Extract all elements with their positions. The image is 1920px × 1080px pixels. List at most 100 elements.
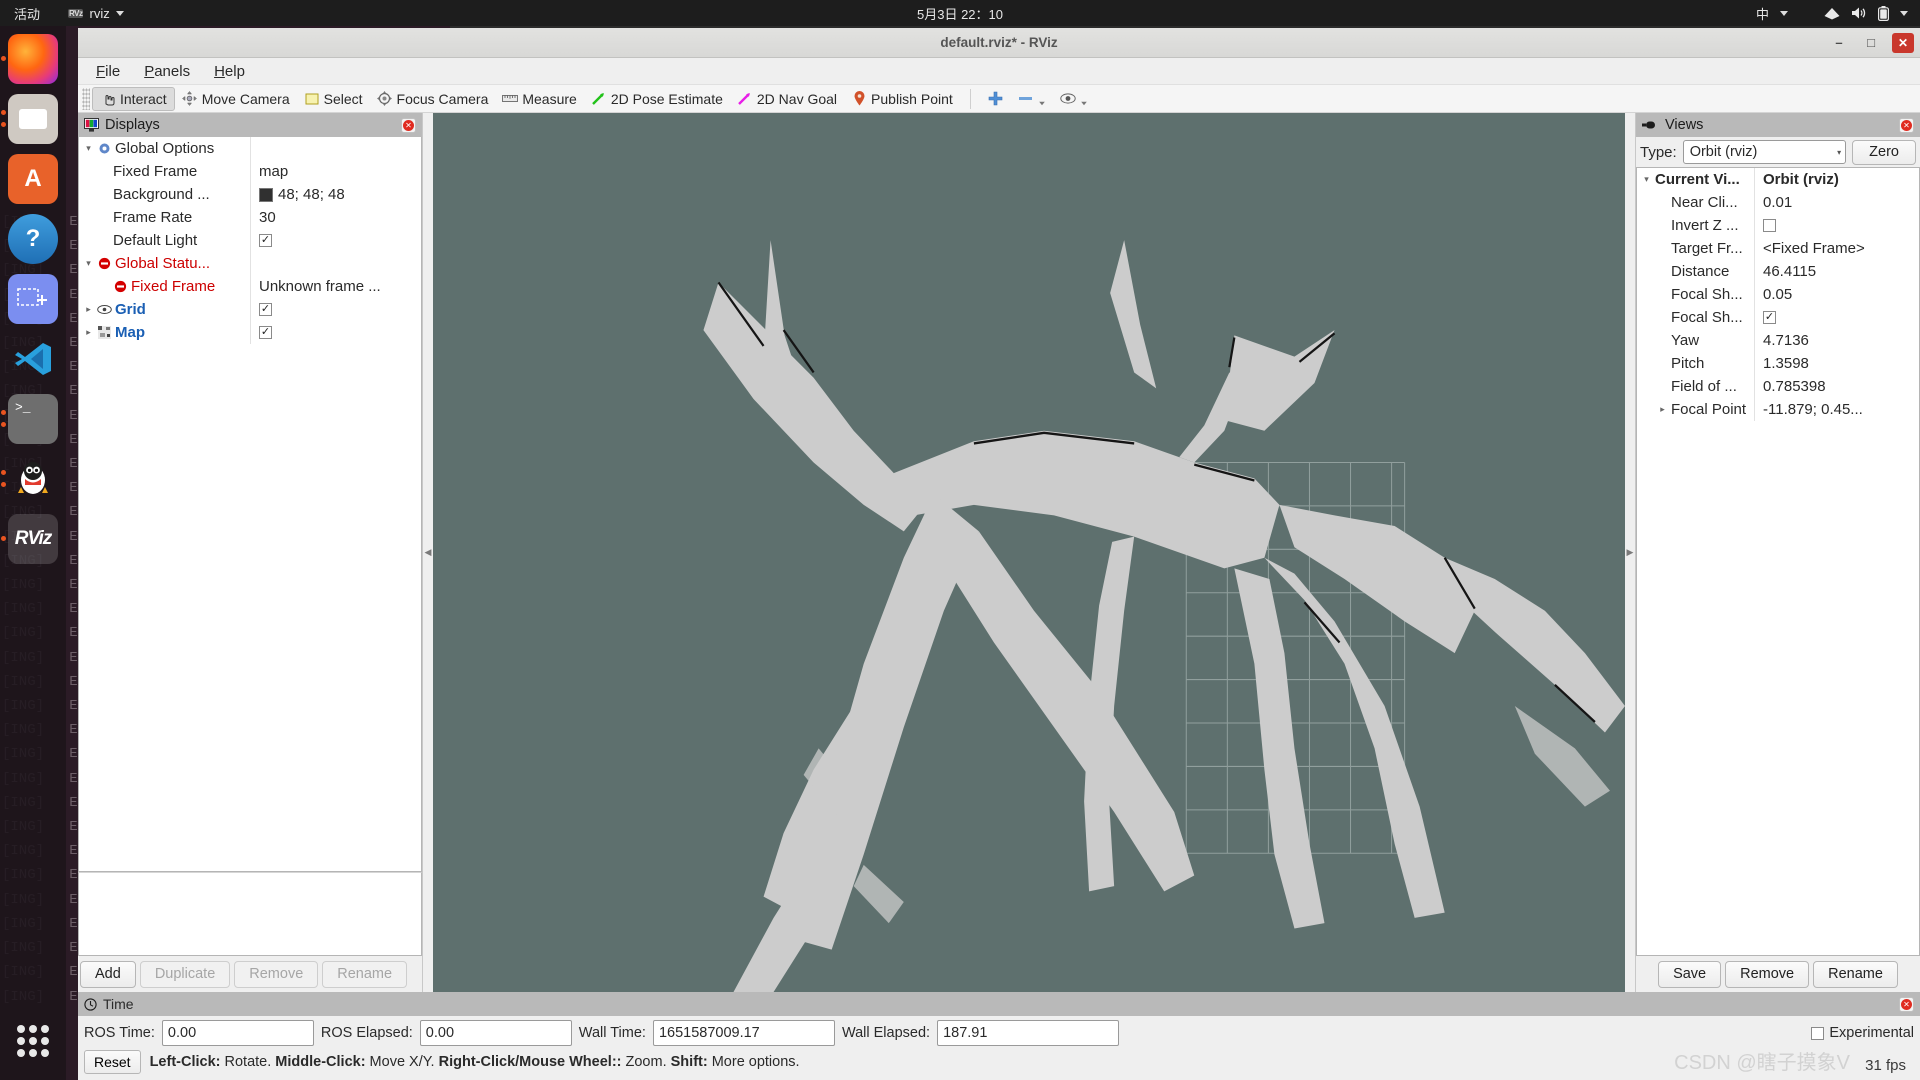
tree-row-background-color[interactable]: Background ... 48; 48; 48 bbox=[79, 183, 421, 206]
tree-value-focal-shape-fixed-size[interactable]: ✓ bbox=[1755, 311, 1919, 324]
tree-row-map[interactable]: ▸ Map ✓ bbox=[79, 321, 421, 344]
tree-value-invert-z-axis[interactable] bbox=[1755, 219, 1919, 232]
menu-panels[interactable]: Panels bbox=[134, 61, 200, 82]
zero-view-button[interactable]: Zero bbox=[1852, 139, 1916, 165]
tool-select[interactable]: Select bbox=[297, 87, 370, 111]
dock-item-rviz[interactable]: RViz bbox=[1, 514, 58, 564]
system-tray[interactable]: 中 bbox=[1756, 4, 1908, 23]
dock-item-help[interactable]: ? bbox=[8, 214, 58, 264]
tree-row-focal-point[interactable]: ▸ Focal Point -11.879; 0.45... bbox=[1637, 398, 1919, 421]
close-displays-panel-button[interactable]: ✕ bbox=[401, 117, 416, 133]
dock-item-qq[interactable] bbox=[1, 454, 58, 504]
rename-view-button[interactable]: Rename bbox=[1813, 960, 1898, 988]
tree-row-status-fixed-frame[interactable]: Fixed Frame Unknown frame ... bbox=[79, 275, 421, 298]
tree-row-focal-shape-fixed-size[interactable]: Focal Sh... ✓ bbox=[1637, 306, 1919, 329]
menu-help[interactable]: Help bbox=[204, 61, 255, 82]
tree-value-yaw[interactable]: 4.7136 bbox=[1755, 332, 1919, 349]
tree-value-near-clip-distance[interactable]: 0.01 bbox=[1755, 194, 1919, 211]
ros-time-input[interactable]: 0.00 bbox=[161, 1020, 314, 1046]
duplicate-display-button[interactable]: Duplicate bbox=[139, 960, 231, 988]
3d-viewport[interactable] bbox=[433, 113, 1625, 992]
tree-row-invert-z-axis[interactable]: Invert Z ... bbox=[1637, 214, 1919, 237]
tree-value-field-of-view[interactable]: 0.785398 bbox=[1755, 378, 1919, 395]
active-app-menu[interactable]: RVz rviz bbox=[68, 6, 124, 21]
displays-tree[interactable]: ▾ Global Options Fixed Frame map Background … bbox=[78, 137, 422, 872]
wall-elapsed-input[interactable]: 187.91 bbox=[937, 1020, 1120, 1046]
tree-row-pitch[interactable]: Pitch 1.3598 bbox=[1637, 352, 1919, 375]
input-method-indicator[interactable]: 中 bbox=[1756, 4, 1769, 23]
add-tool-button[interactable] bbox=[981, 87, 1011, 111]
tree-row-current-view[interactable]: ▾ Current Vi... Orbit (rviz) bbox=[1637, 168, 1919, 191]
tool-interact[interactable]: Interact bbox=[92, 86, 175, 111]
maximize-button[interactable]: □ bbox=[1860, 33, 1882, 53]
expander-open-icon[interactable]: ▾ bbox=[1641, 174, 1652, 185]
menu-file[interactable]: File bbox=[86, 61, 130, 82]
window-title-bar[interactable]: default.rviz* - RViz – □ ✕ bbox=[78, 28, 1920, 58]
tree-row-distance[interactable]: Distance 46.4115 bbox=[1637, 260, 1919, 283]
experimental-toggle[interactable]: Experimental bbox=[1811, 1025, 1914, 1041]
tree-row-fixed-frame[interactable]: Fixed Frame map bbox=[79, 160, 421, 183]
tree-value-focal-point[interactable]: -11.879; 0.45... bbox=[1755, 401, 1919, 418]
save-view-button[interactable]: Save bbox=[1658, 960, 1722, 988]
remove-display-button[interactable]: Remove bbox=[234, 960, 319, 988]
tree-value-frame-rate[interactable]: 30 bbox=[251, 209, 421, 226]
activities-button[interactable]: 活动 bbox=[0, 4, 50, 23]
expander-closed-icon[interactable]: ▸ bbox=[1657, 404, 1668, 415]
toolbar-drag-handle[interactable] bbox=[82, 87, 90, 110]
tool-publish-point[interactable]: Publish Point bbox=[844, 87, 960, 111]
tool-focus-camera[interactable]: Focus Camera bbox=[370, 87, 496, 111]
tree-value-pitch[interactable]: 1.3598 bbox=[1755, 355, 1919, 372]
add-display-button[interactable]: Add bbox=[80, 960, 136, 988]
left-splitter-handle[interactable]: ◀ bbox=[423, 113, 433, 992]
chevron-down-icon[interactable] bbox=[1080, 101, 1087, 105]
view-type-combobox[interactable]: Orbit (rviz) ▾ bbox=[1682, 140, 1847, 164]
tree-value-distance[interactable]: 46.4115 bbox=[1755, 263, 1919, 280]
rename-display-button[interactable]: Rename bbox=[322, 960, 408, 988]
dock-item-vscode[interactable] bbox=[8, 334, 58, 384]
tree-row-target-frame[interactable]: Target Fr... <Fixed Frame> bbox=[1637, 237, 1919, 260]
tool-move-camera[interactable]: Move Camera bbox=[175, 87, 297, 111]
color-swatch[interactable] bbox=[259, 187, 273, 202]
experimental-checkbox[interactable] bbox=[1811, 1026, 1825, 1040]
tree-row-field-of-view[interactable]: Field of ... 0.785398 bbox=[1637, 375, 1919, 398]
tool-measure[interactable]: Measure bbox=[495, 87, 583, 111]
show-applications-button[interactable] bbox=[8, 1016, 58, 1066]
tree-value-default-light[interactable]: ✓ bbox=[251, 234, 421, 247]
tree-value-current-view[interactable]: Orbit (rviz) bbox=[1755, 171, 1919, 188]
tree-row-global-status[interactable]: ▾ Global Statu... bbox=[79, 252, 421, 275]
tree-value-target-frame[interactable]: <Fixed Frame> bbox=[1755, 240, 1919, 257]
close-views-panel-button[interactable]: ✕ bbox=[1899, 117, 1914, 133]
tool-2d-pose-estimate[interactable]: 2D Pose Estimate bbox=[584, 87, 730, 111]
expander-open-icon[interactable]: ▾ bbox=[83, 143, 94, 154]
tree-value-status-fixed-frame[interactable]: Unknown frame ... bbox=[251, 278, 421, 295]
tree-row-grid[interactable]: ▸ Grid ✓ bbox=[79, 298, 421, 321]
checkbox-unchecked[interactable] bbox=[1763, 219, 1776, 232]
dock-item-screenshot[interactable] bbox=[8, 274, 58, 324]
tree-row-focal-shape-size[interactable]: Focal Sh... 0.05 bbox=[1637, 283, 1919, 306]
views-tree[interactable]: ▾ Current Vi... Orbit (rviz) Near Cli... 0.0… bbox=[1636, 167, 1920, 956]
tree-row-default-light[interactable]: Default Light ✓ bbox=[79, 229, 421, 252]
wall-time-input[interactable]: 1651587009.17 bbox=[652, 1020, 835, 1046]
close-time-panel-button[interactable]: ✕ bbox=[1899, 996, 1914, 1012]
dock-item-files[interactable] bbox=[1, 94, 58, 144]
tree-row-near-clip-distance[interactable]: Near Cli... 0.01 bbox=[1637, 191, 1919, 214]
chevron-down-icon[interactable] bbox=[1900, 10, 1908, 16]
tree-value-fixed-frame[interactable]: map bbox=[251, 163, 421, 180]
tree-value-map[interactable]: ✓ bbox=[251, 326, 421, 339]
checkbox-checked[interactable]: ✓ bbox=[259, 234, 272, 247]
tree-row-yaw[interactable]: Yaw 4.7136 bbox=[1637, 329, 1919, 352]
checkbox-checked[interactable]: ✓ bbox=[259, 326, 272, 339]
checkbox-checked[interactable]: ✓ bbox=[1763, 311, 1776, 324]
tree-row-frame-rate[interactable]: Frame Rate 30 bbox=[79, 206, 421, 229]
right-splitter-handle[interactable]: ▶ bbox=[1625, 113, 1635, 992]
tool-properties-button[interactable] bbox=[1053, 87, 1095, 111]
tree-value-focal-shape-size[interactable]: 0.05 bbox=[1755, 286, 1919, 303]
expander-closed-icon[interactable]: ▸ bbox=[83, 327, 94, 338]
clock[interactable]: 5月3日 22：10 bbox=[917, 4, 1003, 23]
tree-value-grid[interactable]: ✓ bbox=[251, 303, 421, 316]
tree-row-global-options[interactable]: ▾ Global Options bbox=[79, 137, 421, 160]
checkbox-checked[interactable]: ✓ bbox=[259, 303, 272, 316]
minimize-button[interactable]: – bbox=[1828, 33, 1850, 53]
dock-item-ubuntu-software[interactable]: A bbox=[8, 154, 58, 204]
ros-elapsed-input[interactable]: 0.00 bbox=[419, 1020, 572, 1046]
